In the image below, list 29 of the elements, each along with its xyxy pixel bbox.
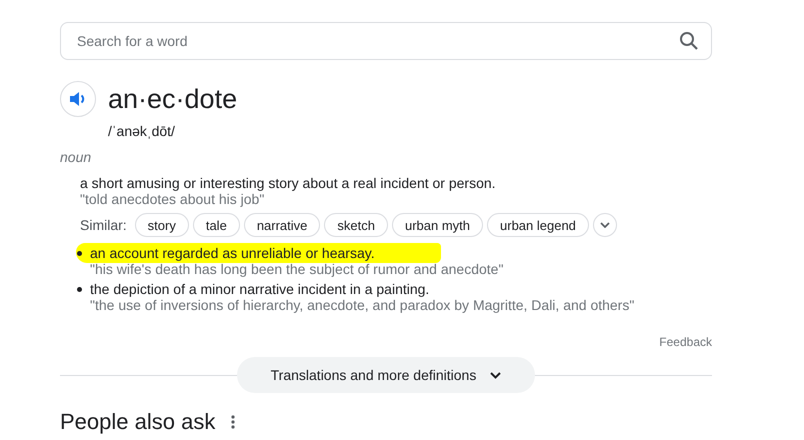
expand-button[interactable] (592, 213, 617, 237)
search-icon[interactable] (679, 31, 699, 51)
part-of-speech: noun (60, 149, 92, 165)
pronunciation: /ˈanəkˌdōt/ (108, 123, 176, 139)
definition: an account regarded as unreliable or hearsay. (76, 243, 441, 263)
example-sentence: "told anecdotes about his job" (80, 191, 266, 207)
synonym-chip[interactable]: urban legend (487, 213, 589, 237)
definition: a short amusing or interesting story about a real incident or person. (80, 175, 496, 191)
bullet-icon (77, 287, 82, 292)
example-sentence: "the use of inversions of hierarchy, anecdote, and paradox by Magritte, Dali, and others" (90, 297, 634, 313)
synonym-chip[interactable]: story (134, 213, 189, 237)
headword: an·ec·dote (108, 84, 238, 114)
example-sentence: "his wife's death has long been the subject of rumor and anecdote" (90, 261, 504, 277)
definition: the depiction of a minor narrative incident in a painting. (90, 281, 430, 297)
search-field[interactable]: Search for a word (60, 22, 712, 60)
feedback-link[interactable]: Feedback (659, 335, 712, 349)
speaker-button[interactable] (60, 81, 96, 117)
chevron-icon (490, 372, 502, 378)
synonym-chip[interactable]: narrative (244, 213, 320, 237)
synonym-chip[interactable]: tale (192, 213, 240, 237)
speaker-icon (69, 91, 87, 107)
more-options-icon[interactable] (231, 415, 236, 429)
more-definitions-button[interactable]: Translations and more definitions (236, 357, 536, 393)
synonym-chip[interactable]: sketch (324, 213, 388, 237)
section-heading: People also ask (60, 409, 216, 435)
synonym-chip[interactable]: urban myth (392, 213, 484, 237)
similar-label: Similar: (80, 217, 127, 233)
chevron-icon (600, 222, 610, 228)
search-input[interactable]: Search for a word (75, 32, 679, 50)
